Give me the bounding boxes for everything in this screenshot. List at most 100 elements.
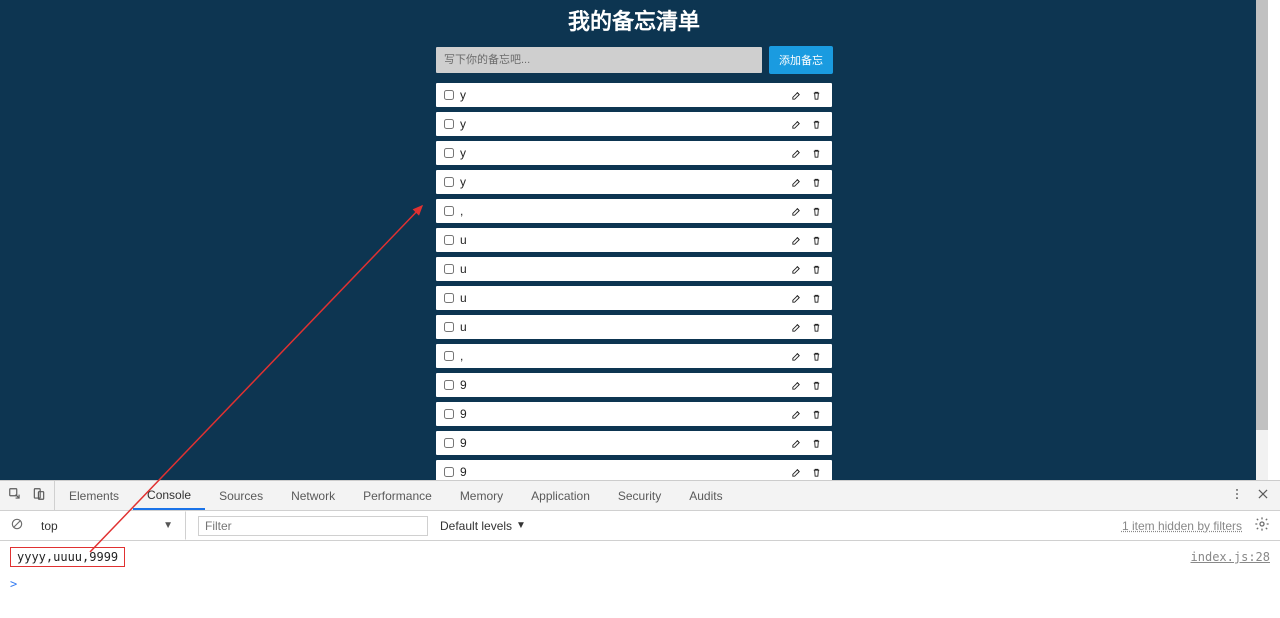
todo-checkbox[interactable] [444,206,454,216]
edit-icon[interactable] [788,174,804,190]
devtools-tab-elements[interactable]: Elements [55,481,133,510]
app-viewport: 我的备忘清单 添加备忘 yyyy,uuuu,9999 [0,0,1268,480]
todo-item: 9 [435,401,833,427]
console-filter-input[interactable] [198,516,428,536]
devtools-tab-memory[interactable]: Memory [446,481,517,510]
clear-console-icon[interactable] [10,517,24,534]
edit-icon[interactable] [788,87,804,103]
todo-checkbox[interactable] [444,119,454,129]
devtools-tab-security[interactable]: Security [604,481,675,510]
console-toolbar: top ▼ Default levels ▼ 1 item hidden by … [0,511,1280,541]
edit-icon[interactable] [788,406,804,422]
edit-icon[interactable] [788,377,804,393]
devtools-tab-console[interactable]: Console [133,481,205,510]
devtools-tab-sources[interactable]: Sources [205,481,277,510]
edit-icon[interactable] [788,203,804,219]
delete-icon[interactable] [808,261,824,277]
log-levels-selector[interactable]: Default levels ▼ [440,519,526,533]
todo-text: 9 [460,378,784,392]
edit-icon[interactable] [788,319,804,335]
todo-item: 9 [435,430,833,456]
delete-icon[interactable] [808,464,824,480]
todo-list: yyyy,uuuu,9999 [435,82,833,480]
edit-icon[interactable] [788,464,804,480]
todo-checkbox[interactable] [444,90,454,100]
todo-checkbox[interactable] [444,438,454,448]
todo-item: u [435,285,833,311]
inspect-element-icon[interactable] [8,487,22,504]
devtools-tab-audits[interactable]: Audits [675,481,736,510]
memo-input[interactable] [435,46,763,74]
input-row: 添加备忘 [435,46,833,74]
delete-icon[interactable] [808,377,824,393]
console-settings-icon[interactable] [1254,516,1270,535]
todo-text: u [460,262,784,276]
delete-icon[interactable] [808,319,824,335]
edit-icon[interactable] [788,290,804,306]
delete-icon[interactable] [808,174,824,190]
todo-checkbox[interactable] [444,380,454,390]
console-prompt[interactable]: > [10,577,1270,591]
todo-checkbox[interactable] [444,177,454,187]
edit-icon[interactable] [788,261,804,277]
device-toggle-icon[interactable] [32,487,46,504]
delete-icon[interactable] [808,203,824,219]
delete-icon[interactable] [808,348,824,364]
todo-item: y [435,111,833,137]
edit-icon[interactable] [788,348,804,364]
scrollbar-track[interactable] [1256,0,1268,480]
page-title: 我的备忘清单 [435,0,833,46]
todo-text: 9 [460,436,784,450]
delete-icon[interactable] [808,145,824,161]
devtools-tab-application[interactable]: Application [517,481,604,510]
context-label: top [41,519,58,533]
edit-icon[interactable] [788,145,804,161]
devtools-close-icon[interactable] [1256,487,1270,504]
hidden-by-filters[interactable]: 1 item hidden by filters [1122,519,1242,533]
todo-text: , [460,204,784,218]
delete-icon[interactable] [808,116,824,132]
edit-icon[interactable] [788,435,804,451]
delete-icon[interactable] [808,435,824,451]
levels-label: Default levels [440,519,512,533]
todo-item: 9 [435,372,833,398]
todo-text: y [460,146,784,160]
todo-text: u [460,233,784,247]
todo-checkbox[interactable] [444,322,454,332]
devtools-panel: ElementsConsoleSourcesNetworkPerformance… [0,480,1280,618]
devtools-menu-icon[interactable] [1230,487,1244,504]
context-selector[interactable]: top ▼ [36,511,186,540]
devtools-tab-performance[interactable]: Performance [349,481,446,510]
console-log-source[interactable]: index.js:28 [1191,550,1270,564]
delete-icon[interactable] [808,232,824,248]
scrollbar-thumb[interactable] [1256,0,1268,430]
todo-item: y [435,169,833,195]
add-memo-button[interactable]: 添加备忘 [769,46,833,74]
todo-checkbox[interactable] [444,293,454,303]
todo-checkbox[interactable] [444,264,454,274]
edit-icon[interactable] [788,116,804,132]
console-body: yyyy,uuuu,9999 index.js:28 > [0,541,1280,618]
delete-icon[interactable] [808,406,824,422]
console-log-text: yyyy,uuuu,9999 [10,547,125,567]
delete-icon[interactable] [808,87,824,103]
edit-icon[interactable] [788,232,804,248]
todo-checkbox[interactable] [444,467,454,477]
todo-text: y [460,117,784,131]
todo-checkbox[interactable] [444,235,454,245]
todo-item: 9 [435,459,833,480]
todo-checkbox[interactable] [444,351,454,361]
todo-checkbox[interactable] [444,409,454,419]
todo-text: 9 [460,465,784,479]
todo-checkbox[interactable] [444,148,454,158]
todo-text: y [460,88,784,102]
devtools-tab-network[interactable]: Network [277,481,349,510]
todo-text: u [460,291,784,305]
todo-text: y [460,175,784,189]
todo-item: y [435,140,833,166]
todo-item: u [435,314,833,340]
console-log-row: yyyy,uuuu,9999 index.js:28 [10,547,1270,567]
prompt-caret: > [10,577,17,591]
delete-icon[interactable] [808,290,824,306]
chevron-down-icon: ▼ [516,520,526,531]
